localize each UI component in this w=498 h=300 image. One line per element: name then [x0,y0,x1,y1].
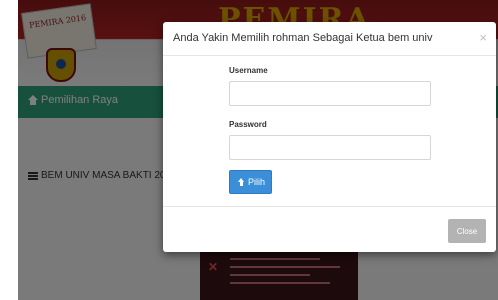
password-input[interactable] [229,135,431,160]
confirm-vote-dialog: Anda Yakin Memilih rohman Sebagai Ketua … [163,22,496,252]
login-form: Username Password Pilih [229,66,431,194]
dialog-header: Anda Yakin Memilih rohman Sebagai Ketua … [163,22,496,56]
close-icon[interactable]: × [479,30,487,45]
username-label: Username [229,66,268,75]
username-input[interactable] [229,81,431,106]
close-button[interactable]: Close [448,219,486,243]
screen: PEMIRA PEMIRA 2016 Pemilihan Raya BEM UN… [0,0,498,300]
dialog-title: Anda Yakin Memilih rohman Sebagai Ketua … [173,32,433,44]
pilih-button-label: Pilih [248,177,266,187]
dialog-footer: Close [163,206,496,252]
password-label: Password [229,120,267,129]
upload-icon [238,178,245,186]
pilih-button[interactable]: Pilih [229,170,272,194]
